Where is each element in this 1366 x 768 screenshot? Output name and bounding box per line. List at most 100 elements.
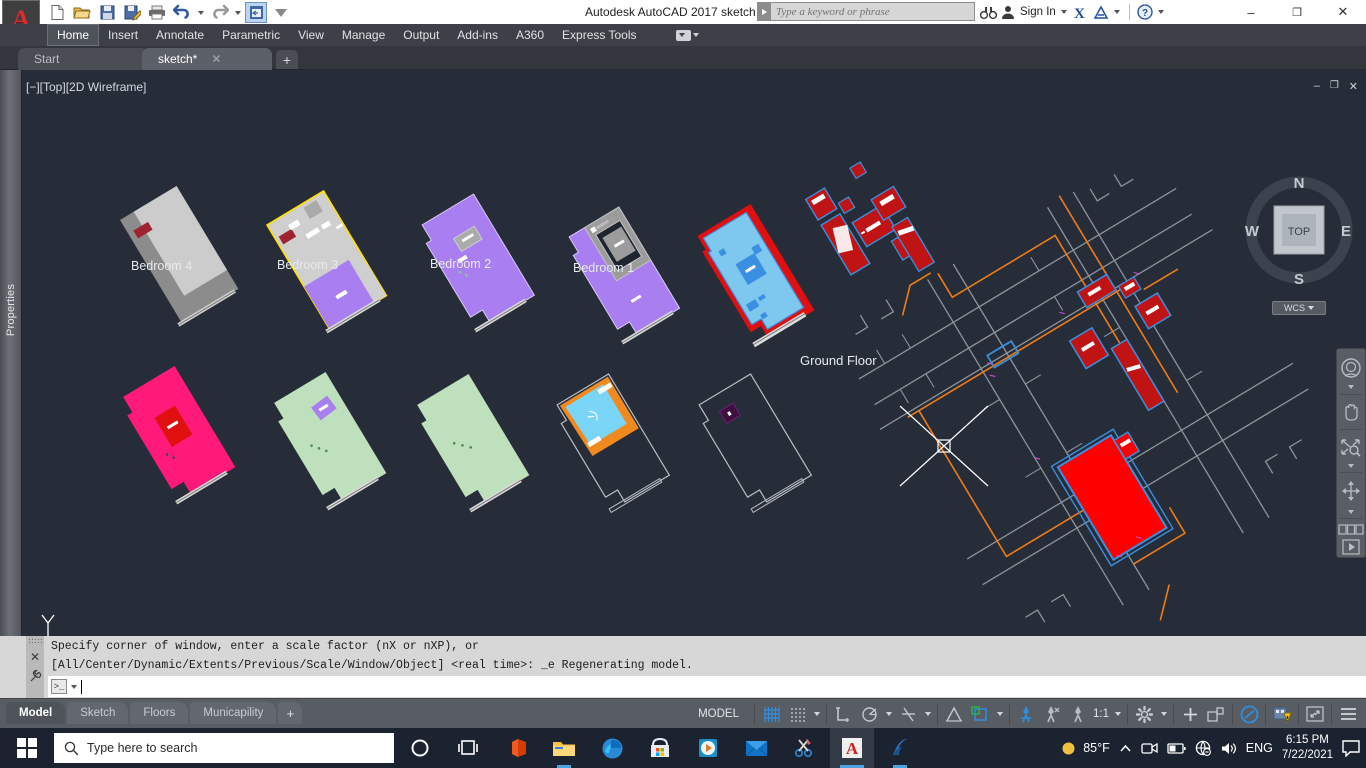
- properties-panel-collapsed[interactable]: Properties: [0, 70, 22, 636]
- file-tab-start[interactable]: Start: [18, 48, 148, 70]
- start-button[interactable]: [4, 728, 50, 768]
- customization-icon[interactable]: [1337, 703, 1359, 725]
- command-prompt-icon[interactable]: >_: [51, 679, 67, 694]
- file-explorer-icon[interactable]: [542, 728, 586, 768]
- autoscale-icon[interactable]: [1041, 703, 1063, 725]
- object-snap-caret-icon[interactable]: [995, 703, 1004, 725]
- zoom-caret-icon[interactable]: [1348, 461, 1354, 470]
- maximize-button[interactable]: ❐: [1274, 0, 1320, 24]
- grid-display-icon[interactable]: [760, 703, 782, 725]
- clean-screen-icon[interactable]: [1304, 703, 1326, 725]
- task-view-icon[interactable]: [446, 728, 490, 768]
- search-binoculars-icon[interactable]: [980, 5, 997, 20]
- save-icon[interactable]: [96, 2, 118, 23]
- command-line-close-icon[interactable]: ✕: [30, 650, 40, 664]
- tab-manage[interactable]: Manage: [333, 24, 394, 46]
- ortho-mode-icon[interactable]: [832, 703, 854, 725]
- layout-tab-municapility[interactable]: Municapility: [190, 702, 277, 724]
- snap-caret-icon[interactable]: [812, 703, 821, 725]
- store-icon[interactable]: [638, 728, 682, 768]
- redo-dropdown-caret-icon[interactable]: [233, 2, 242, 23]
- snap-mode-icon[interactable]: [786, 703, 808, 725]
- ucs-selector[interactable]: WCS: [1272, 301, 1326, 315]
- pan-hand-icon[interactable]: [1338, 397, 1364, 427]
- network-icon[interactable]: [1195, 740, 1211, 756]
- open-icon[interactable]: [71, 2, 93, 23]
- media-player-icon[interactable]: [686, 728, 730, 768]
- saveas-icon[interactable]: [121, 2, 143, 23]
- sign-in-button[interactable]: Sign In: [1001, 5, 1056, 20]
- object-snap-tracking-icon[interactable]: [943, 703, 965, 725]
- search-expand-icon[interactable]: [758, 3, 771, 20]
- sign-in-caret-icon[interactable]: [1060, 2, 1069, 23]
- steering-wheel-caret-icon[interactable]: [1348, 383, 1354, 392]
- minimize-button[interactable]: –: [1228, 0, 1274, 24]
- isolate-objects-icon[interactable]: [1205, 703, 1227, 725]
- layout-tab-model[interactable]: Model: [6, 702, 66, 724]
- autocad-icon[interactable]: A: [830, 728, 874, 768]
- action-center-icon[interactable]: [1342, 739, 1360, 757]
- model-paper-toggle[interactable]: MODEL: [688, 708, 749, 720]
- command-prompt-caret-icon[interactable]: [71, 684, 77, 689]
- cortana-icon[interactable]: [398, 728, 442, 768]
- a360-caret-icon[interactable]: [1113, 2, 1122, 23]
- undo-dropdown-caret-icon[interactable]: [196, 2, 205, 23]
- undo-icon[interactable]: [171, 2, 193, 23]
- plot-icon[interactable]: [146, 2, 168, 23]
- tab-express-tools[interactable]: Express Tools: [553, 24, 645, 46]
- show-hidden-icons-chevron-icon[interactable]: [1119, 742, 1132, 755]
- help-search-box[interactable]: [757, 2, 975, 21]
- close-button[interactable]: ✕: [1320, 0, 1366, 24]
- add-tools-icon[interactable]: [1179, 703, 1201, 725]
- isometric-caret-icon[interactable]: [923, 703, 932, 725]
- autodesk-a360-icon[interactable]: [1093, 4, 1109, 20]
- polar-tracking-icon[interactable]: [858, 703, 880, 725]
- exchange-apps-icon[interactable]: X: [1073, 5, 1089, 20]
- language-indicator[interactable]: ENG: [1246, 741, 1273, 755]
- qat-more-icon[interactable]: [270, 2, 292, 23]
- object-snap-icon[interactable]: [969, 703, 991, 725]
- new-icon[interactable]: [46, 2, 68, 23]
- close-icon[interactable]: ✕: [211, 52, 221, 66]
- help-icon[interactable]: ?: [1137, 4, 1153, 20]
- new-layout-button[interactable]: +: [278, 702, 303, 724]
- view-cube[interactable]: TOP N E S W: [1232, 162, 1366, 322]
- help-caret-icon[interactable]: [1157, 2, 1166, 23]
- zoom-extents-icon[interactable]: [1338, 432, 1364, 462]
- tab-output[interactable]: Output: [394, 24, 448, 46]
- tab-parametric[interactable]: Parametric: [213, 24, 289, 46]
- clock[interactable]: 6:15 PM 7/22/2021: [1282, 733, 1333, 763]
- meet-now-icon[interactable]: [1141, 741, 1158, 755]
- hardware-acceleration-icon[interactable]: [1238, 703, 1260, 725]
- model-space-canvas[interactable]: Bedroom 4 Bedroom 3 Bedroom 2 Bedroom 1 …: [22, 70, 1366, 636]
- tab-home[interactable]: Home: [47, 24, 100, 46]
- edge-icon[interactable]: [590, 728, 634, 768]
- weather-widget[interactable]: 85°F: [1060, 740, 1110, 757]
- isometric-drafting-icon[interactable]: [897, 703, 919, 725]
- orbit-caret-icon[interactable]: [1348, 507, 1354, 516]
- volume-icon[interactable]: [1220, 741, 1237, 756]
- ribbon-minimize-button[interactable]: [676, 27, 702, 43]
- drawing-area[interactable]: Properties [−][Top][2D Wireframe] – ❐ ✕: [0, 70, 1366, 636]
- workspace-switching-icon[interactable]: [1133, 703, 1155, 725]
- redo-icon[interactable]: [208, 2, 230, 23]
- battery-icon[interactable]: [1167, 742, 1186, 755]
- drawing-warning-icon[interactable]: [1271, 703, 1293, 725]
- tab-view[interactable]: View: [289, 24, 333, 46]
- tab-addins[interactable]: Add-ins: [448, 24, 507, 46]
- new-file-tab-button[interactable]: +: [276, 50, 298, 69]
- workspace-icon[interactable]: [245, 2, 267, 23]
- command-input-row[interactable]: >_: [48, 676, 1366, 697]
- annotation-scale-label[interactable]: 1:1: [1093, 708, 1109, 720]
- mail-icon[interactable]: [734, 728, 778, 768]
- annotation-visibility-icon[interactable]: [1015, 703, 1037, 725]
- layout-tab-sketch[interactable]: Sketch: [67, 702, 129, 724]
- command-line-settings-icon[interactable]: [29, 670, 42, 688]
- annotation-scale-caret-icon[interactable]: [1113, 703, 1122, 725]
- tab-insert[interactable]: Insert: [99, 24, 147, 46]
- file-tab-sketch[interactable]: sketch* ✕: [142, 48, 272, 70]
- tab-annotate[interactable]: Annotate: [147, 24, 213, 46]
- layout-tab-floors[interactable]: Floors: [130, 702, 189, 724]
- polar-caret-icon[interactable]: [884, 703, 893, 725]
- revit-icon[interactable]: [878, 728, 922, 768]
